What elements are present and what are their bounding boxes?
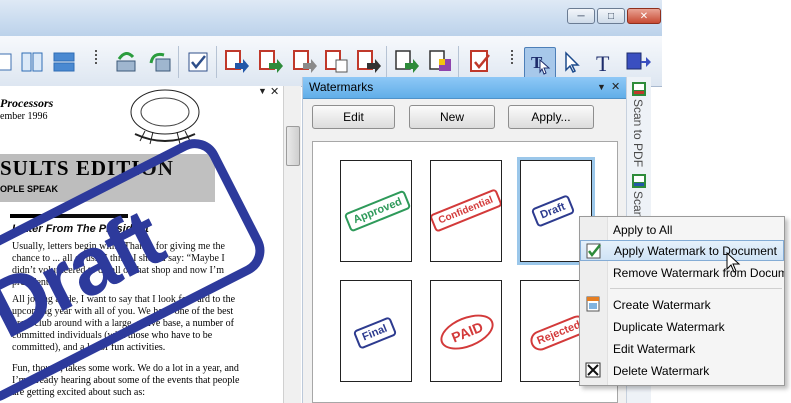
menu-item-label: Edit Watermark: [613, 341, 696, 356]
pane-dropdown-icon[interactable]: ▼: [597, 82, 606, 92]
scan-to-pdf-tab-icon[interactable]: [631, 81, 647, 100]
menu-item-create-watermark[interactable]: Create Watermark: [580, 294, 784, 315]
text-tool-icon[interactable]: T: [590, 48, 618, 76]
toolbar-grip[interactable]: [92, 48, 100, 76]
menu-item-delete-watermark[interactable]: Delete Watermark: [580, 360, 784, 381]
watermarks-pane-title: Watermarks: [309, 80, 374, 94]
scan-tab-icon[interactable]: [631, 173, 647, 192]
toolbar-grip[interactable]: [508, 48, 516, 76]
pane-close-icon[interactable]: ✕: [270, 86, 279, 98]
two-columns-icon[interactable]: [18, 48, 46, 76]
document-page[interactable]: ▼ ✕ Processors ember 1996 SULTS EDITION …: [0, 86, 283, 403]
watermark-thumbnail-confidential[interactable]: Confidential: [430, 160, 502, 262]
apply-watermark-icon: [586, 243, 602, 259]
split-view-icon[interactable]: [50, 48, 78, 76]
minimize-button[interactable]: ─: [567, 8, 595, 24]
page-layout-icon[interactable]: [0, 48, 18, 76]
convert-gray-icon[interactable]: [290, 48, 318, 76]
newsletter-title: Processors: [0, 96, 54, 110]
apply-button[interactable]: Apply...: [508, 105, 594, 129]
menu-item-label: Create Watermark: [613, 297, 711, 312]
menu-item-duplicate-watermark[interactable]: Duplicate Watermark: [580, 316, 784, 337]
menu-item-label: Apply Watermark to Document: [614, 243, 777, 258]
toolbar-separator: [216, 46, 217, 78]
menu-item-label: Apply to All: [613, 222, 673, 237]
export-green-icon[interactable]: [392, 48, 420, 76]
watermark-thumbnail-approved[interactable]: Approved: [340, 160, 412, 262]
menu-item-label: Remove Watermark from Document: [613, 265, 784, 280]
convert-doc-icon[interactable]: [322, 48, 350, 76]
scrollbar-thumb[interactable]: [286, 126, 300, 166]
minimize-icon: ─: [577, 10, 585, 22]
delete-icon: [585, 362, 601, 378]
convert-dark-icon[interactable]: [354, 48, 382, 76]
new-button[interactable]: New: [409, 105, 495, 129]
pane-dropdown-icon[interactable]: ▼: [258, 86, 267, 96]
draft-stamp: Draft: [530, 194, 575, 228]
close-button[interactable]: ✕: [627, 8, 661, 24]
watermark-thumbnail-paid[interactable]: PAID: [430, 280, 502, 382]
document-scrollbar[interactable]: [283, 86, 301, 403]
banner-subtitle: OPLE SPEAK: [0, 184, 59, 194]
convert-green-icon[interactable]: [256, 48, 284, 76]
menu-item-remove-watermark[interactable]: Remove Watermark from Document: [580, 262, 784, 283]
paid-stamp: PAID: [435, 307, 499, 357]
maximize-button[interactable]: □: [597, 8, 625, 24]
create-watermark-icon: [585, 296, 601, 312]
scan-to-pdf-tab[interactable]: Scan to PDF: [631, 99, 645, 167]
checklist-icon[interactable]: [184, 48, 212, 76]
toolbar-separator: [178, 46, 179, 78]
svg-text:T: T: [596, 51, 610, 74]
menu-separator: [610, 288, 782, 289]
maximize-icon: □: [607, 10, 615, 22]
watermark-gallery[interactable]: Approved Confidential Draft Final PAID R…: [312, 141, 618, 403]
pdf-check-icon[interactable]: [466, 48, 494, 76]
edit-button[interactable]: Edit: [312, 105, 395, 129]
close-icon: ✕: [639, 10, 649, 22]
watermark-thumbnail-final[interactable]: Final: [340, 280, 412, 382]
toolbar-separator: [458, 46, 459, 78]
convert-pdf-icon[interactable]: [222, 48, 250, 76]
toolbar-separator: [386, 46, 387, 78]
move-tool-icon[interactable]: [624, 48, 652, 76]
context-menu: Apply to All Apply Watermark to Document…: [579, 216, 785, 386]
scan-icon[interactable]: [112, 48, 140, 76]
confidential-stamp: Confidential: [431, 188, 501, 233]
menu-item-apply-to-all[interactable]: Apply to All: [580, 219, 784, 240]
menu-item-label: Delete Watermark: [613, 363, 710, 378]
menu-item-apply-watermark-to-document[interactable]: Apply Watermark to Document: [580, 240, 784, 261]
scan-tab[interactable]: Scan: [631, 191, 645, 218]
menu-item-edit-watermark[interactable]: Edit Watermark: [580, 338, 784, 359]
mouse-cursor-icon: [726, 252, 741, 273]
window-caption: ─ □ ✕: [0, 0, 662, 36]
refresh-icon[interactable]: [146, 48, 174, 76]
watermarks-pane-header: Watermarks ▼ ✕: [303, 77, 626, 99]
pane-close-icon[interactable]: ✕: [611, 80, 620, 93]
final-stamp: Final: [352, 316, 397, 350]
export-purple-icon[interactable]: [426, 48, 454, 76]
approved-stamp: Approved: [343, 189, 411, 233]
watermarks-pane: Watermarks ▼ ✕ Edit New Apply... Approve…: [302, 77, 626, 403]
newsletter-date: ember 1996: [0, 111, 48, 122]
pointer-icon[interactable]: [558, 48, 586, 76]
menu-item-label: Duplicate Watermark: [613, 319, 725, 334]
select-tool-icon[interactable]: T: [524, 47, 556, 79]
